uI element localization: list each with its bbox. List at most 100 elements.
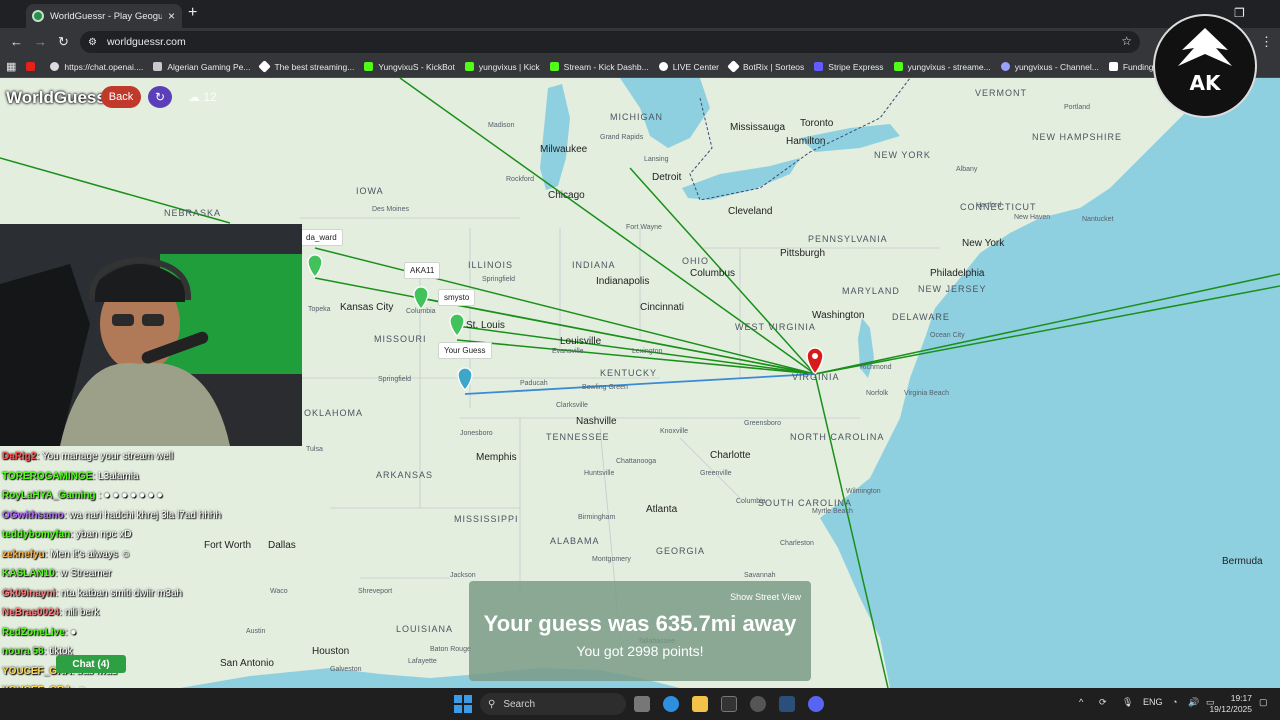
volume-icon[interactable]: 🔊 [1188,697,1199,708]
site-info-icon[interactable]: ⚙ [88,37,97,48]
chat-username[interactable]: RoyLaHYA_Gaming [2,490,96,501]
chrome-icon[interactable] [663,696,679,712]
city-label: Mississauga [730,122,786,133]
state-label: SOUTH CAROLINA [758,498,853,508]
search-icon: ⚲ [488,698,496,710]
chat-username[interactable]: OGwithsamo [2,510,64,521]
forward-arrow-icon[interactable]: → [34,34,47,49]
player-count-value: 12 [203,90,217,104]
state-label: NEW YORK [874,150,931,160]
language-indicator[interactable]: ENG [1143,697,1163,707]
tray-chevron-icon[interactable]: ^ [1079,697,1083,707]
state-label: PENNSYLVANIA [808,234,888,244]
refresh-button[interactable]: ↻ [148,86,172,108]
svg-text:AK: AK [1190,71,1222,95]
city-label: Atlanta [646,504,678,515]
back-arrow-icon[interactable]: ← [10,34,23,49]
guess-tag-smysto: smysto [438,289,476,306]
city-label: Savannah [744,572,776,579]
bookmarks-bar: ▦ https://chat.openai.... Algerian Gamin… [0,56,1280,78]
city-label: Charleston [780,540,814,547]
bookmark-item[interactable]: Algerian Gaming Pe... [153,62,250,72]
city-label: Topeka [308,306,331,313]
chat-username[interactable]: TOREROGAMINGE [2,471,92,482]
lake-erie [682,158,800,200]
chat-username[interactable]: zeknefyu [2,549,45,560]
obs-icon[interactable] [750,696,766,712]
bookmark-item[interactable]: The best streaming... [258,60,354,73]
close-tab-icon[interactable]: × [168,9,175,23]
bookmark-item[interactable]: Stripe Express [814,62,884,72]
streamer-image [0,224,302,446]
state-label: IOWA [356,186,384,196]
state-label: OHIO [682,256,710,266]
tab-worldguessr[interactable]: WorldGuessr - Play Geoguessr F... × [26,4,182,28]
chat-username[interactable]: teddybomyfan [2,529,70,540]
bookmark-item[interactable]: yungvixus - streame... [893,62,991,72]
system-clock[interactable]: 19:17 19/12/2025 [1209,693,1252,715]
city-label: Columbia [736,498,766,505]
city-label: Greenville [700,470,732,477]
windows-start-icon[interactable] [454,695,472,713]
file-explorer-icon[interactable] [692,696,708,712]
state-label: NEW HAMPSHIRE [1032,132,1123,142]
city-label: Paducah [520,380,548,387]
city-label: Columbus [690,268,736,279]
task-view-icon[interactable] [634,696,650,712]
discord-icon[interactable] [808,696,824,712]
city-label: Evansville [552,348,584,355]
city-label: Charlotte [710,450,751,461]
address-bar[interactable]: ⚙ worldguessr.com ☆ [80,31,1140,53]
state-label: MISSISSIPPI [454,514,519,524]
chat-username[interactable]: NeBras0024 [2,607,59,618]
botrix-icon [727,60,740,73]
state-label: KENTUCKY [600,368,658,378]
city-label: Birmingham [578,514,616,521]
tab-title: WorldGuessr - Play Geoguessr F... [50,10,162,22]
bookmark-item[interactable]: yungvixus | Kick [464,62,540,72]
chat-username[interactable]: KASLAN10 [2,568,55,579]
chat-message: DaRig2: You manage your stream well [2,447,302,467]
city-label: Cleveland [728,206,773,217]
taskbar-search[interactable]: ⚲ Search [480,693,626,715]
new-tab-icon[interactable]: + [188,4,197,22]
url-text: worldguessr.com [106,36,186,48]
chat-username[interactable]: DaRig2 [2,451,36,462]
network-sync-icon[interactable]: ⟳ [1099,697,1107,708]
bookmark-item[interactable]: https://chat.openai.... [50,62,143,72]
city-label: Hartford [976,202,1002,209]
city-label: Lansing [644,156,669,163]
state-label: WEST VIRGINIA [735,322,816,332]
back-button[interactable]: Back [101,86,141,108]
wifi-icon[interactable]: ◔ [1172,697,1177,707]
bookmark-item[interactable]: yungvixus - Channel... [1000,62,1099,72]
chat-username[interactable]: noura 58 [2,646,44,657]
bookmark-star-icon[interactable]: ☆ [1121,34,1132,48]
terminal-icon[interactable] [721,696,737,712]
chat-message: KASLAN10: w Streamer [2,564,302,584]
show-street-view-link[interactable]: Show Street View [730,592,801,602]
reload-icon[interactable]: ↻ [58,34,69,50]
city-label: Ocean City [930,332,965,339]
city-label: Toronto [800,118,834,129]
bookmark-item[interactable]: BotRix | Sorteos [727,60,804,73]
apps-grid-icon[interactable]: ▦ [6,60,16,73]
stream-chat: DaRig2: You manage your stream well TORER… [2,447,302,717]
chat-toggle-button[interactable]: Chat (4) [56,655,126,673]
bookmark-item[interactable]: LIVE Center [658,62,719,72]
city-label: New Haven [1014,214,1051,221]
browser-menu-icon[interactable]: ⋮ [1260,34,1273,50]
chat-username[interactable]: Gk09inayni [2,588,55,599]
microphone-icon[interactable]: 🎙 [1122,697,1133,708]
state-label: MARYLAND [842,286,900,296]
chat-username[interactable]: RedZoneLive [2,627,65,638]
bookmark-item[interactable] [26,62,40,71]
bookmark-item[interactable]: YungvixuS - KickBot [364,62,455,72]
city-label: Nantucket [1082,216,1114,223]
city-label: Virginia Beach [904,390,950,397]
bookmark-item[interactable]: Stream - Kick Dashb... [549,62,649,72]
players-icon: ☁ [188,90,204,104]
steam-icon[interactable] [779,696,795,712]
notifications-icon[interactable]: ▢ [1259,697,1268,708]
state-label: VIRGINIA [792,372,840,382]
